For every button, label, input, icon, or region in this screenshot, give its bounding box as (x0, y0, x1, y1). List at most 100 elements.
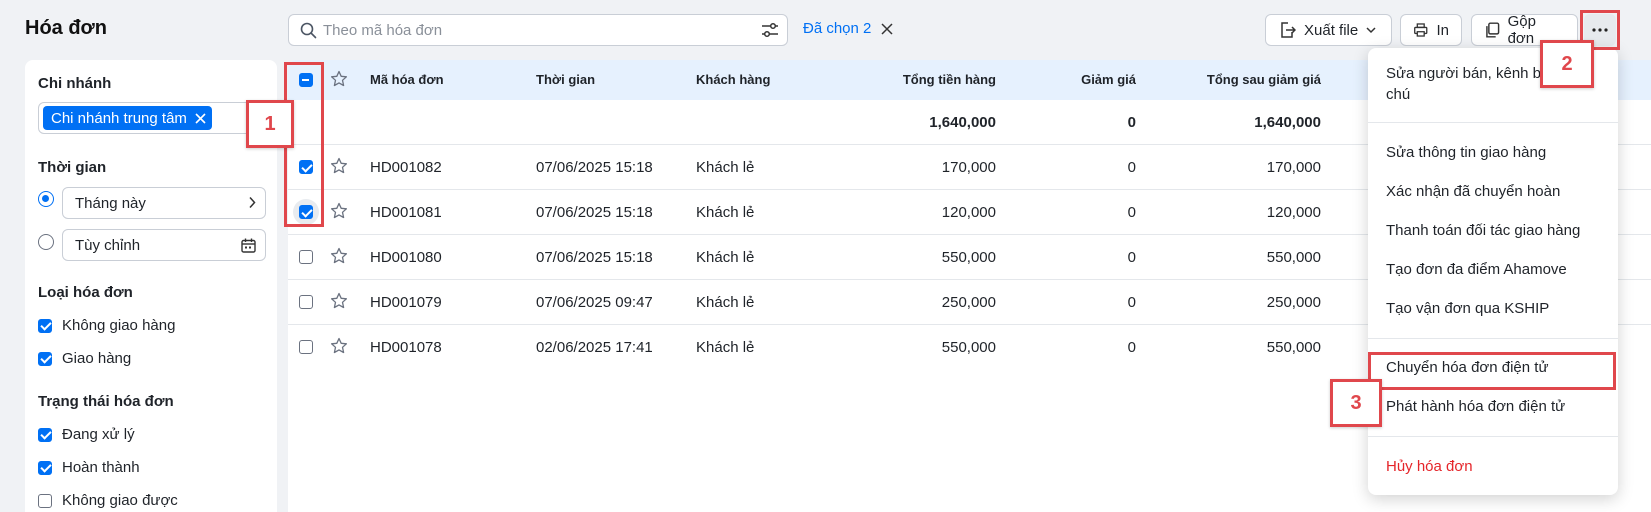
cell-customer: Khách lẻ (696, 294, 755, 311)
time-custom-radio[interactable] (38, 234, 54, 250)
cell-time: 07/06/2025 09:47 (536, 294, 653, 311)
filter-sliders-icon[interactable] (761, 22, 779, 38)
totals-after-discount: 1,640,000 (1254, 114, 1321, 131)
search-box[interactable] (288, 14, 788, 46)
col-invoice-id[interactable]: Mã hóa đơn (370, 72, 444, 87)
annotation-number-3: 3 (1330, 379, 1382, 427)
invoice-type-no-delivery-label: Không giao hàng (62, 317, 176, 334)
print-button[interactable]: In (1400, 14, 1462, 46)
col-total[interactable]: Tổng tiền hàng (848, 72, 996, 87)
time-custom-select[interactable]: Tùy chỉnh (62, 229, 266, 261)
cell-total: 550,000 (941, 339, 996, 356)
status-title: Trạng thái hóa đơn (38, 393, 174, 410)
menu-item-pay-partner[interactable]: Thanh toán đối tác giao hàng (1386, 222, 1580, 239)
branch-chip: Chi nhánh trung tâm (43, 106, 212, 130)
cell-total: 550,000 (941, 249, 996, 266)
clear-selection-icon[interactable] (881, 22, 893, 35)
col-customer[interactable]: Khách hàng (696, 72, 770, 87)
annotation-number-2: 2 (1540, 40, 1594, 88)
menu-item-edit-seller-line1: Sửa người bán, kênh bá (1386, 65, 1550, 82)
col-after-discount[interactable]: Tổng sau giảm giá (1146, 72, 1321, 87)
cell-total: 170,000 (941, 159, 996, 176)
export-file-button[interactable]: Xuất file (1265, 14, 1392, 46)
cell-invoice-id: HD001082 (370, 159, 442, 176)
menu-item-edit-shipping[interactable]: Sửa thông tin giao hàng (1386, 144, 1546, 161)
cell-invoice-id: HD001081 (370, 204, 442, 221)
star-icon[interactable] (330, 247, 348, 265)
cell-after-discount: 250,000 (1266, 294, 1321, 311)
cell-total: 120,000 (941, 204, 996, 221)
invoice-type-title: Loại hóa đơn (38, 284, 133, 301)
time-this-month-label: Tháng này (75, 194, 146, 212)
menu-item-edit-seller-line2: chú (1386, 86, 1411, 103)
invoice-type-delivery-label: Giao hàng (62, 350, 132, 367)
cell-invoice-id: HD001078 (370, 339, 442, 356)
selected-count-label[interactable]: Đã chọn 2 (803, 20, 871, 37)
status-completed[interactable]: Hoàn thành (38, 459, 140, 476)
export-file-label: Xuất file (1304, 21, 1359, 39)
selected-count: Đã chọn 2 (803, 20, 893, 37)
star-icon[interactable] (330, 202, 348, 220)
chevron-right-icon (249, 196, 256, 209)
menu-item-issue-einvoice[interactable]: Phát hành hóa đơn điện tử (1386, 398, 1565, 415)
checkbox[interactable] (38, 427, 52, 442)
cell-discount: 0 (1127, 339, 1136, 356)
col-time[interactable]: Thời gian (536, 72, 595, 87)
cell-after-discount: 550,000 (1266, 249, 1321, 266)
page-title: Hóa đơn (25, 17, 107, 39)
invoice-type-no-delivery[interactable]: Không giao hàng (38, 317, 175, 334)
checkbox[interactable] (38, 460, 52, 475)
row-checkbox[interactable] (299, 295, 313, 309)
cell-after-discount: 120,000 (1266, 204, 1321, 221)
status-processing-label: Đang xử lý (62, 426, 135, 443)
cell-invoice-id: HD001079 (370, 294, 442, 311)
time-custom-label: Tùy chỉnh (75, 236, 141, 254)
status-undeliverable[interactable]: Không giao được (38, 492, 178, 509)
cell-customer: Khách lẻ (696, 249, 755, 266)
col-discount[interactable]: Giảm giá (1028, 72, 1136, 87)
checkbox[interactable] (38, 351, 52, 366)
time-this-month-select[interactable]: Tháng này (62, 187, 266, 219)
status-processing[interactable]: Đang xử lý (38, 426, 135, 443)
filter-sidebar: Chi nhánh Chi nhánh trung tâm Thời gian … (25, 60, 277, 512)
time-title: Thời gian (38, 159, 107, 176)
row-checkbox[interactable] (299, 340, 313, 354)
time-this-month-radio[interactable] (38, 191, 54, 207)
star-icon[interactable] (330, 70, 348, 88)
remove-chip-icon[interactable] (195, 112, 206, 124)
export-icon (1281, 22, 1296, 38)
star-icon[interactable] (330, 337, 348, 355)
print-label: In (1436, 21, 1449, 39)
search-icon (300, 22, 317, 39)
cell-discount: 0 (1127, 249, 1136, 266)
star-icon[interactable] (330, 157, 348, 175)
cell-customer: Khách lẻ (696, 159, 755, 176)
checkbox[interactable] (38, 493, 52, 508)
menu-item-kship[interactable]: Tạo vận đơn qua KSHIP (1386, 300, 1549, 317)
cell-discount: 0 (1127, 204, 1136, 221)
cell-time: 07/06/2025 15:18 (536, 159, 653, 176)
cell-after-discount: 170,000 (1266, 159, 1321, 176)
invoice-type-delivery[interactable]: Giao hàng (38, 350, 131, 367)
copy-icon (1486, 22, 1500, 38)
menu-item-ahamove[interactable]: Tạo đơn đa điểm Ahamove (1386, 261, 1567, 278)
menu-item-confirm-return[interactable]: Xác nhận đã chuyển hoàn (1386, 183, 1560, 200)
checkbox[interactable] (38, 318, 52, 333)
menu-divider (1368, 122, 1618, 123)
cell-invoice-id: HD001080 (370, 249, 442, 266)
cell-customer: Khách lẻ (696, 339, 755, 356)
status-completed-label: Hoàn thành (62, 459, 140, 476)
cell-total: 250,000 (941, 294, 996, 311)
menu-divider (1368, 338, 1618, 339)
totals-discount: 0 (1127, 114, 1136, 131)
menu-item-edit-seller[interactable]: Sửa người bán, kênh bá chú (1386, 65, 1549, 103)
branch-chip-label: Chi nhánh trung tâm (51, 109, 187, 127)
star-icon[interactable] (330, 292, 348, 310)
calendar-icon[interactable] (241, 238, 256, 253)
menu-item-cancel-invoice[interactable]: Hủy hóa đơn (1386, 458, 1473, 475)
row-checkbox[interactable] (299, 250, 313, 264)
branch-select[interactable]: Chi nhánh trung tâm (38, 102, 266, 134)
cell-time: 07/06/2025 15:18 (536, 249, 653, 266)
annotation-box-3 (1368, 352, 1616, 390)
search-input[interactable] (323, 18, 723, 42)
